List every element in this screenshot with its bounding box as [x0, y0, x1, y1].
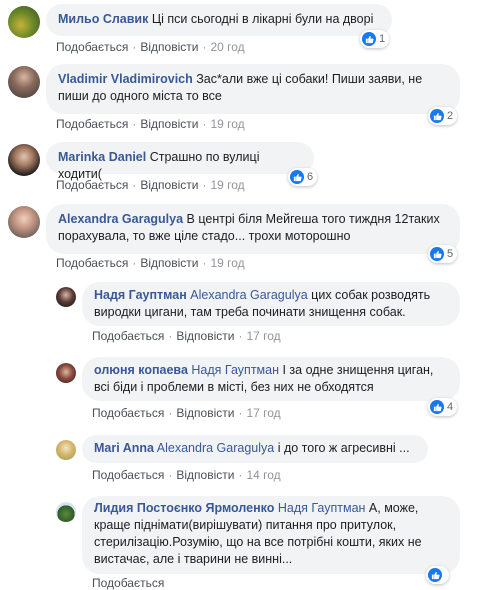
like-reaction-icon — [290, 170, 304, 184]
reaction-count[interactable]: 1 — [360, 30, 390, 48]
reply-link[interactable]: Відповісти — [176, 468, 234, 482]
reply-bubble: Надя Гауптман Alexandra Garagulya цих со… — [82, 282, 460, 326]
reply-link[interactable]: Відповісти — [140, 117, 198, 131]
comment-time[interactable]: 20 год — [210, 40, 244, 54]
reply-bubble: Лидия Постоєнко Ярмоленко Надя Гауптман … — [82, 496, 460, 574]
reply-author[interactable]: Лидия Постоєнко Ярмоленко — [94, 501, 274, 515]
like-link[interactable]: Подобається — [92, 468, 164, 482]
like-link[interactable]: Подобається — [92, 329, 164, 343]
comment-bubble: Alexandra Garagulya В центрі біля Мейгеш… — [46, 204, 460, 254]
like-link[interactable]: Подобається — [56, 256, 128, 270]
reaction-count[interactable] — [426, 566, 449, 584]
comment-author[interactable]: Мильо Славик — [58, 12, 148, 26]
avatar[interactable] — [56, 363, 76, 383]
reply-author[interactable]: Mari Anna — [94, 441, 154, 455]
separator: · — [132, 40, 137, 54]
like-reaction-icon — [428, 568, 442, 582]
reply-link[interactable]: Відповісти — [140, 40, 198, 54]
reaction-count-value: 6 — [307, 171, 314, 183]
avatar[interactable] — [8, 206, 40, 238]
like-reaction-icon — [362, 32, 376, 46]
comment-bubble: Vladimir Vladimirovich Зас*али вже ці со… — [46, 64, 460, 114]
like-link[interactable]: Подобається — [92, 406, 164, 420]
separator: · — [202, 40, 207, 54]
separator: · — [238, 468, 243, 482]
avatar[interactable] — [56, 502, 76, 522]
reply-link[interactable]: Відповісти — [176, 329, 234, 343]
comment-actions: Подобається · Відповісти · 19 год — [56, 178, 245, 192]
reaction-count-value: 2 — [447, 110, 454, 122]
like-reaction-icon — [430, 109, 444, 123]
comment-time[interactable]: 19 год — [210, 117, 244, 131]
separator: · — [132, 117, 137, 131]
reply-mention[interactable]: Надя Гауптман — [191, 363, 279, 377]
reaction-count-value: 4 — [447, 401, 454, 413]
reply-author[interactable]: олюня копаева — [94, 363, 188, 377]
avatar[interactable] — [8, 66, 40, 98]
separator: · — [168, 406, 173, 420]
reply-actions: Подобається · Відповісти · 17 год — [92, 406, 281, 420]
avatar[interactable] — [8, 144, 40, 176]
separator: · — [202, 117, 207, 131]
reply-time[interactable]: 17 год — [246, 406, 280, 420]
reaction-count-value: 5 — [447, 248, 454, 260]
reply-bubble: Mari Anna Alexandra Garagulya і до того … — [82, 435, 428, 463]
like-link[interactable]: Подобається — [56, 178, 128, 192]
separator: · — [202, 256, 207, 270]
avatar[interactable] — [56, 287, 76, 307]
separator: · — [168, 468, 173, 482]
avatar[interactable] — [8, 6, 40, 38]
like-link[interactable]: Подобається — [92, 576, 164, 590]
reply-author[interactable]: Надя Гауптман — [94, 288, 187, 302]
reply-mention[interactable]: Надя Гауптман — [278, 501, 366, 515]
reply-text: і до того ж агресивні ... — [277, 441, 410, 455]
like-link[interactable]: Подобається — [56, 40, 128, 54]
comment-time[interactable]: 19 год — [210, 256, 244, 270]
reply-time[interactable]: 17 год — [246, 329, 280, 343]
separator: · — [132, 178, 137, 192]
reply-link[interactable]: Відповісти — [176, 406, 234, 420]
comment-actions: Подобається · Відповісти · 20 год — [56, 40, 245, 54]
reaction-count[interactable]: 6 — [288, 168, 318, 186]
comment-author[interactable]: Marinka Daniel — [58, 150, 146, 164]
separator: · — [238, 406, 243, 420]
comment-actions: Подобається · Відповісти · 19 год — [56, 117, 245, 131]
reply-bubble: олюня копаева Надя Гауптман І за одне зн… — [82, 357, 460, 401]
reply-mention[interactable]: Alexandra Garagulya — [157, 441, 274, 455]
comment-bubble: Marinka Daniel Страшно по вулиці ходити( — [46, 142, 314, 181]
separator: · — [132, 256, 137, 270]
reaction-count[interactable]: 4 — [428, 398, 458, 416]
reaction-count-value: 1 — [379, 33, 386, 45]
reply-link[interactable]: Відповісти — [140, 256, 198, 270]
reply-mention[interactable]: Alexandra Garagulya — [190, 288, 307, 302]
avatar[interactable] — [56, 440, 76, 460]
separator: · — [202, 178, 207, 192]
like-reaction-icon — [430, 400, 444, 414]
comment-author[interactable]: Alexandra Garagulya — [58, 212, 183, 226]
like-link[interactable]: Подобається — [56, 117, 128, 131]
comment-actions: Подобається · Відповісти · 19 год — [56, 256, 245, 270]
like-reaction-icon — [430, 247, 444, 261]
reply-link[interactable]: Відповісти — [140, 178, 198, 192]
comment-time[interactable]: 19 год — [210, 178, 244, 192]
comment-text: Ці пси сьогодні в лікарні були на дворі — [151, 12, 374, 26]
separator: · — [168, 329, 173, 343]
reaction-count[interactable]: 2 — [428, 107, 458, 125]
comment-author[interactable]: Vladimir Vladimirovich — [58, 72, 193, 86]
comment-bubble: Мильо Славик Ці пси сьогодні в лікарні б… — [46, 4, 392, 36]
reply-actions: Подобається — [92, 576, 164, 590]
reply-time[interactable]: 14 год — [246, 468, 280, 482]
reaction-count[interactable]: 5 — [428, 245, 458, 263]
separator: · — [238, 329, 243, 343]
reply-actions: Подобається · Відповісти · 14 год — [92, 468, 281, 482]
reply-actions: Подобається · Відповісти · 17 год — [92, 329, 281, 343]
